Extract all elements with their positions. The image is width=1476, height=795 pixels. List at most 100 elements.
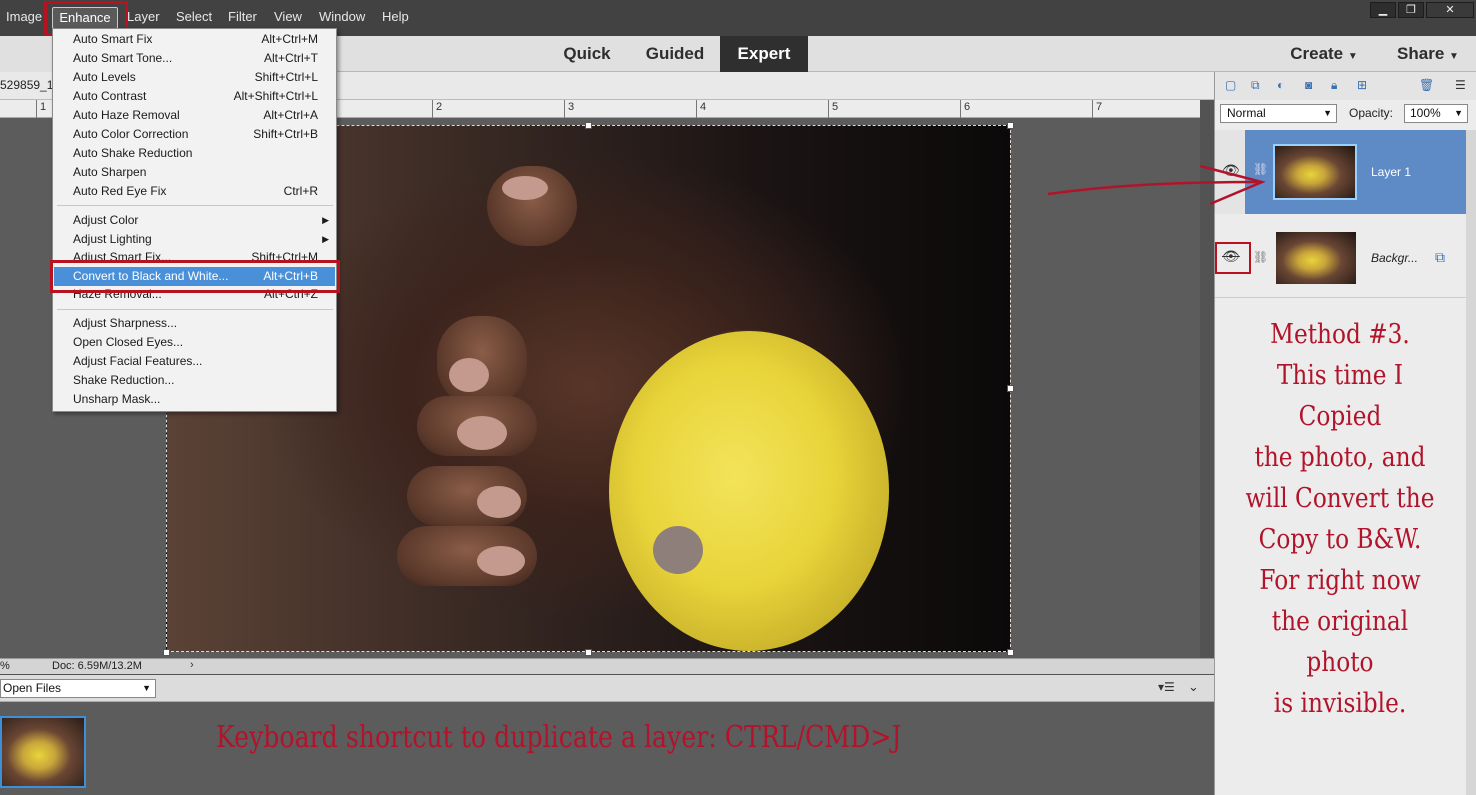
convert-annotation-box xyxy=(50,260,340,293)
ruler-number: 3 xyxy=(568,101,575,113)
background-layer-name[interactable]: Backgr... xyxy=(1371,251,1418,265)
fingernail xyxy=(457,416,507,450)
menu-item-shortcut: Ctrl+R xyxy=(283,184,318,198)
menu-item-auto-levels[interactable]: Auto Levels Shift+Ctrl+L xyxy=(54,68,335,87)
fingernail xyxy=(477,486,521,518)
menu-help[interactable]: Help xyxy=(382,9,409,24)
menu-item-label: Open Closed Eyes... xyxy=(73,335,184,349)
menu-select[interactable]: Select xyxy=(176,9,212,24)
menu-filter[interactable]: Filter xyxy=(228,9,257,24)
close-button[interactable]: ✕ xyxy=(1426,2,1474,18)
menu-item-auto-color-correction[interactable]: Auto Color Correction Shift+Ctrl+B xyxy=(54,125,335,144)
menu-item-label: Auto Color Correction xyxy=(73,127,189,141)
transform-handle[interactable] xyxy=(1007,385,1014,392)
menu-item-label: Auto Red Eye Fix xyxy=(73,184,167,198)
menu-item-label: Auto Contrast xyxy=(73,89,147,103)
minimize-button[interactable]: ▁ xyxy=(1370,2,1396,18)
locked-layer-icon: ⧉ xyxy=(1435,249,1445,265)
menu-item-adjust-lighting[interactable]: Adjust Lighting ▶ xyxy=(54,230,335,249)
fingernail xyxy=(477,546,525,576)
transform-handle[interactable] xyxy=(585,122,592,129)
create-label: Create xyxy=(1290,44,1344,63)
panel-menu-icon[interactable]: ☰ xyxy=(1455,78,1471,94)
menu-item-adjust-color[interactable]: Adjust Color ▶ xyxy=(54,211,335,230)
annotation-arrow xyxy=(1047,164,1266,206)
share-label: Share xyxy=(1397,44,1445,63)
menu-item-adjust-sharpness[interactable]: Adjust Sharpness... xyxy=(54,314,335,333)
menu-item-auto-red-eye-fix[interactable]: Auto Red Eye Fix Ctrl+R xyxy=(54,182,335,201)
doc-size-info: Doc: 6.59M/13.2M xyxy=(52,660,142,672)
left-strip xyxy=(0,36,52,72)
menu-item-shake-reduction[interactable]: Shake Reduction... xyxy=(54,371,335,390)
new-group-icon[interactable]: ⧉ xyxy=(1251,78,1267,94)
photo-bin-thumbnail[interactable] xyxy=(0,716,86,788)
open-files-dropdown[interactable]: Open Files ▼ xyxy=(0,679,156,698)
eye-hidden-icon[interactable]: 👁︎ xyxy=(1222,248,1240,265)
open-files-label: Open Files xyxy=(3,681,62,695)
transform-handle[interactable] xyxy=(585,649,592,656)
lock-icon[interactable]: 🔒︎ xyxy=(1331,78,1347,94)
menu-layer[interactable]: Layer xyxy=(127,9,160,24)
blend-mode-value: Normal xyxy=(1227,106,1266,120)
bin-menu-icon[interactable]: ▾☰ xyxy=(1158,680,1175,694)
tab-expert[interactable]: Expert xyxy=(720,36,808,72)
menu-item-label: Adjust Color xyxy=(73,213,139,227)
submenu-arrow-icon: ▶ xyxy=(322,215,329,225)
submenu-arrow-icon: ▶ xyxy=(322,234,329,244)
create-button[interactable]: Create ▼ xyxy=(1282,36,1366,72)
menu-separator xyxy=(57,205,333,206)
ruler-number: 1 xyxy=(40,101,47,113)
menu-item-label: Auto Shake Reduction xyxy=(73,146,193,160)
menu-item-auto-haze-removal[interactable]: Auto Haze Removal Alt+Ctrl+A xyxy=(54,106,335,125)
menu-item-shortcut: Alt+Ctrl+M xyxy=(261,32,318,46)
layer1-name[interactable]: Layer 1 xyxy=(1371,165,1411,179)
adjustment-layer-icon[interactable]: ◐ xyxy=(1277,78,1293,94)
ruler-number: 5 xyxy=(832,101,839,113)
status-bar: % Doc: 6.59M/13.2M › xyxy=(0,658,1214,674)
menu-item-label: Auto Smart Tone... xyxy=(73,51,173,65)
menu-item-open-closed-eyes[interactable]: Open Closed Eyes... xyxy=(54,333,335,352)
fingernail xyxy=(449,358,489,392)
dropdown-arrow-icon: ▼ xyxy=(1454,108,1463,118)
trash-icon[interactable]: 🗑︎ xyxy=(1419,78,1435,94)
menu-view[interactable]: View xyxy=(274,9,302,24)
menu-item-adjust-facial-features[interactable]: Adjust Facial Features... xyxy=(54,352,335,371)
menu-item-auto-smart-fix[interactable]: Auto Smart Fix Alt+Ctrl+M xyxy=(54,30,335,49)
new-layer-icon[interactable]: ▢ xyxy=(1225,78,1241,94)
menu-item-shortcut: Alt+Ctrl+T xyxy=(263,51,318,65)
opacity-input[interactable]: 100% ▼ xyxy=(1404,104,1468,123)
menu-item-label: Auto Haze Removal xyxy=(73,108,180,122)
lock-transparency-icon[interactable]: ⊞ xyxy=(1357,78,1373,94)
blend-mode-select[interactable]: Normal ▼ xyxy=(1220,104,1337,123)
menu-window[interactable]: Window xyxy=(319,9,365,24)
dropdown-arrow-icon: ▼ xyxy=(1323,108,1332,118)
tab-guided[interactable]: Guided xyxy=(634,36,716,72)
transform-handle[interactable] xyxy=(1007,122,1014,129)
arrow-head xyxy=(1199,164,1266,206)
chick-subject xyxy=(609,331,889,651)
transform-handle[interactable] xyxy=(163,649,170,656)
menu-item-auto-shake-reduction[interactable]: Auto Shake Reduction xyxy=(54,144,335,163)
menu-item-label: Adjust Facial Features... xyxy=(73,354,203,368)
create-caret-icon: ▼ xyxy=(1347,51,1358,62)
layer-mask-icon[interactable]: ◙ xyxy=(1305,78,1321,94)
menu-separator xyxy=(57,309,333,310)
document-tab[interactable]: 529859_1 xyxy=(0,78,53,92)
restore-button[interactable]: ❐ xyxy=(1398,2,1424,18)
transform-handle[interactable] xyxy=(1007,649,1014,656)
layer1-thumbnail[interactable] xyxy=(1273,144,1357,200)
share-button[interactable]: Share ▼ xyxy=(1386,36,1470,72)
background-thumbnail[interactable] xyxy=(1276,232,1356,284)
menu-item-auto-contrast[interactable]: Auto Contrast Alt+Shift+Ctrl+L xyxy=(54,87,335,106)
tab-quick[interactable]: Quick xyxy=(550,36,624,72)
menu-image[interactable]: Image xyxy=(6,9,42,24)
ruler-number: 7 xyxy=(1096,101,1103,113)
collapse-chevron-icon[interactable]: ⌄ xyxy=(1188,679,1199,695)
menu-item-unsharp-mask[interactable]: Unsharp Mask... xyxy=(54,390,335,409)
menu-item-auto-sharpen[interactable]: Auto Sharpen xyxy=(54,163,335,182)
menu-item-auto-smart-tone[interactable]: Auto Smart Tone... Alt+Ctrl+T xyxy=(54,49,335,68)
zoom-readout[interactable]: % xyxy=(0,660,10,672)
chevron-right-icon[interactable]: › xyxy=(190,659,194,671)
layers-scrollbar[interactable] xyxy=(1466,130,1476,795)
share-caret-icon: ▼ xyxy=(1449,51,1459,62)
